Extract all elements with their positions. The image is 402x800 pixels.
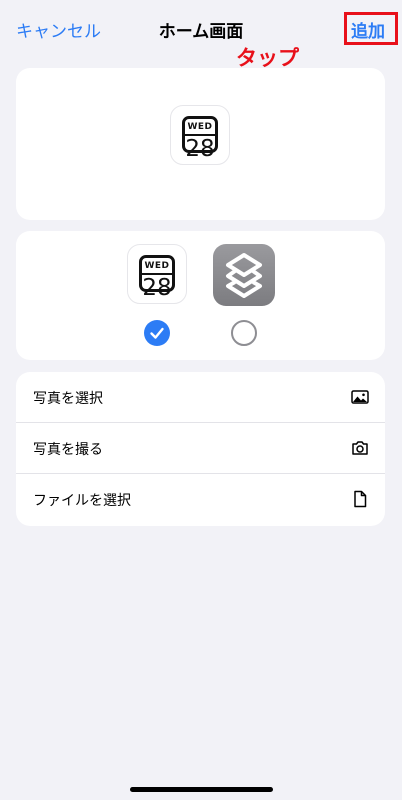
- add-button[interactable]: 追加: [351, 17, 385, 42]
- calendar-weekday: WED: [187, 122, 213, 132]
- calendar-date: 28: [185, 136, 215, 162]
- choose-file-row[interactable]: ファイルを選択: [16, 474, 385, 525]
- shortcuts-icon-radio[interactable]: [231, 320, 257, 346]
- navigation-bar: キャンセル ホーム画面 追加 タップ: [0, 0, 402, 70]
- checkmark-icon: [150, 327, 164, 339]
- calendar-icon-option[interactable]: WED 28: [127, 244, 187, 304]
- photo-icon: [351, 390, 369, 404]
- icon-choice-card: WED 28: [16, 231, 385, 360]
- list-item-label: 写真を選択: [33, 391, 103, 407]
- calendar-icon-frame: WED 28: [182, 116, 218, 162]
- take-photo-row[interactable]: 写真を撮る: [16, 423, 385, 474]
- shortcuts-icon: [226, 253, 262, 298]
- page-title: ホーム画面: [158, 22, 244, 42]
- calendar-weekday: WED: [144, 261, 170, 271]
- add-to-home-screen-sheet: キャンセル ホーム画面 追加 タップ WED 28 WED 28 写真を選択 写…: [0, 0, 402, 800]
- list-item-label: 写真を撮る: [33, 442, 103, 458]
- calendar-icon: WED 28: [170, 105, 230, 165]
- calendar-icon-frame: WED 28: [139, 255, 175, 301]
- calendar-date: 28: [142, 275, 172, 301]
- icon-preview-card: WED 28: [16, 68, 385, 220]
- shortcuts-icon-option[interactable]: [213, 244, 275, 306]
- document-icon: [354, 490, 367, 508]
- image-source-list: 写真を選択 写真を撮る ファイルを選択: [16, 372, 385, 526]
- list-item-label: ファイルを選択: [33, 493, 131, 509]
- choose-photo-row[interactable]: 写真を選択: [16, 372, 385, 423]
- calendar-icon-radio-selected[interactable]: [144, 320, 170, 346]
- home-indicator: [130, 787, 273, 792]
- camera-icon: [352, 441, 368, 455]
